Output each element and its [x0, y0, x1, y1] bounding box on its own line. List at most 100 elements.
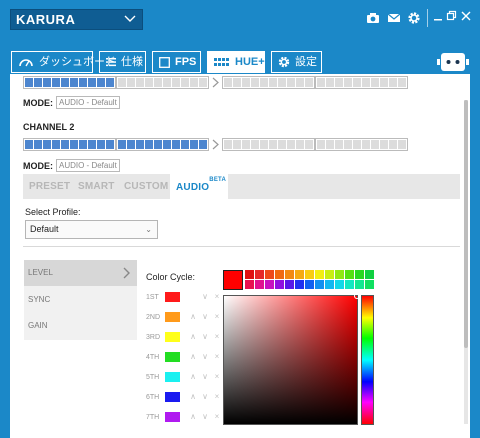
palette-swatch[interactable] [275, 270, 284, 279]
palette-swatch[interactable] [345, 270, 354, 279]
scrollbar-thumb[interactable] [464, 100, 468, 348]
chevron-down-icon[interactable]: ∨ [199, 352, 211, 362]
beta-badge: BETA [209, 177, 226, 183]
hue-slider[interactable] [361, 295, 374, 425]
palette-swatch[interactable] [285, 270, 294, 279]
restore-icon[interactable] [446, 10, 458, 22]
palette-swatch[interactable] [355, 280, 364, 289]
led-strip-2[interactable] [116, 76, 209, 89]
saturation-value-picker[interactable] [223, 293, 360, 425]
palette-swatch[interactable] [295, 280, 304, 289]
robot-icon[interactable] [437, 51, 469, 73]
channel-2-mode: MODE: AUDIO - Default [23, 159, 120, 172]
palette-swatch[interactable] [315, 280, 324, 289]
tab-hue-plus[interactable]: HUE+ [207, 51, 265, 73]
close-icon[interactable]: × [211, 332, 223, 342]
color-swatch[interactable] [165, 292, 180, 302]
palette-swatch[interactable] [355, 270, 364, 279]
minimize-icon[interactable] [433, 10, 445, 22]
palette-swatch[interactable] [265, 280, 274, 289]
chevron-up-icon[interactable]: ∧ [187, 372, 199, 382]
color-swatch[interactable] [165, 332, 180, 342]
subtab-preset[interactable]: PRESET [29, 181, 70, 192]
color-cycle-row: 4TH ∧ ∨ × [146, 350, 223, 364]
palette-swatch[interactable] [325, 270, 334, 279]
palette-swatch[interactable] [305, 280, 314, 289]
menu-item-gain[interactable]: GAIN [24, 313, 137, 339]
led-strip-4[interactable] [315, 138, 408, 151]
camera-icon[interactable] [366, 11, 380, 25]
tab-dashboard[interactable]: ダッシュボード [11, 51, 116, 73]
chevron-down-icon[interactable]: ∨ [199, 412, 211, 422]
chevron-down-icon[interactable]: ∨ [199, 372, 211, 382]
palette-swatch[interactable] [285, 280, 294, 289]
chevron-up-icon[interactable]: ∧ [187, 332, 199, 342]
subtab-smart[interactable]: SMART [78, 181, 115, 192]
gear-icon [278, 56, 290, 68]
chevron-up-icon[interactable]: ∧ [187, 392, 199, 402]
palette-swatch[interactable] [365, 280, 374, 289]
gear-icon[interactable] [407, 11, 421, 25]
tab-label: 仕様 [121, 56, 143, 68]
palette-swatch[interactable] [265, 270, 274, 279]
palette-swatch[interactable] [245, 280, 254, 289]
palette-swatch[interactable] [245, 270, 254, 279]
picker-marker[interactable] [354, 293, 360, 299]
palette-swatch[interactable] [315, 270, 324, 279]
color-cycle-label: Color Cycle: [146, 272, 196, 282]
palette-swatch[interactable] [295, 270, 304, 279]
vertical-scrollbar[interactable] [464, 100, 468, 424]
cycle-slot-label: 5TH [146, 373, 160, 381]
led-strip-2[interactable] [116, 138, 209, 151]
color-swatch[interactable] [165, 352, 180, 362]
cycle-slot-label: 3RD [146, 333, 161, 341]
palette-swatch[interactable] [275, 280, 284, 289]
led-strip-1[interactable] [23, 138, 116, 151]
palette-swatch[interactable] [255, 280, 264, 289]
led-strip-4[interactable] [315, 76, 408, 89]
color-swatch[interactable] [165, 312, 180, 322]
close-icon[interactable] [460, 10, 472, 22]
chevron-down-icon[interactable]: ∨ [199, 292, 211, 302]
close-icon[interactable]: × [211, 312, 223, 322]
color-swatch[interactable] [165, 412, 180, 422]
close-icon[interactable]: × [211, 412, 223, 422]
mode-label: MODE: [23, 97, 53, 108]
color-swatch[interactable] [165, 372, 180, 382]
close-icon[interactable]: × [211, 292, 223, 302]
palette-swatch[interactable] [335, 270, 344, 279]
tab-specs[interactable]: 仕様 [99, 51, 146, 73]
palette-swatch[interactable] [335, 280, 344, 289]
led-strip-3[interactable] [222, 138, 315, 151]
color-cycle-row: 2ND ∧ ∨ × [146, 310, 223, 324]
menu-item-sync[interactable]: SYNC [24, 287, 137, 313]
subtab-audio[interactable]: AUDIO BETA [170, 174, 228, 199]
close-icon[interactable]: × [211, 392, 223, 402]
color-palette [245, 270, 374, 289]
palette-swatch[interactable] [345, 280, 354, 289]
palette-swatch[interactable] [365, 270, 374, 279]
menu-item-level[interactable]: LEVEL [24, 260, 137, 286]
led-strip-3[interactable] [222, 76, 315, 89]
empty-slot [187, 292, 199, 302]
chevron-down-icon[interactable]: ∨ [199, 312, 211, 322]
mail-icon[interactable] [387, 11, 401, 25]
profile-select[interactable]: Default ⌄ [25, 220, 158, 239]
color-swatch[interactable] [165, 392, 180, 402]
tab-fps[interactable]: FPS [152, 51, 201, 73]
tab-settings[interactable]: 設定 [271, 51, 322, 73]
palette-swatch[interactable] [305, 270, 314, 279]
palette-swatch[interactable] [255, 270, 264, 279]
chevron-up-icon[interactable]: ∧ [187, 312, 199, 322]
tab-label: HUE+ [235, 56, 265, 68]
chevron-up-icon[interactable]: ∧ [187, 412, 199, 422]
device-select[interactable]: KARURA [10, 9, 143, 30]
chevron-down-icon[interactable]: ∨ [199, 332, 211, 342]
subtab-custom[interactable]: CUSTOM [124, 181, 168, 192]
chevron-down-icon[interactable]: ∨ [199, 392, 211, 402]
chevron-up-icon[interactable]: ∧ [187, 352, 199, 362]
palette-swatch[interactable] [325, 280, 334, 289]
close-icon[interactable]: × [211, 352, 223, 362]
close-icon[interactable]: × [211, 372, 223, 382]
led-strip-1[interactable] [23, 76, 116, 89]
